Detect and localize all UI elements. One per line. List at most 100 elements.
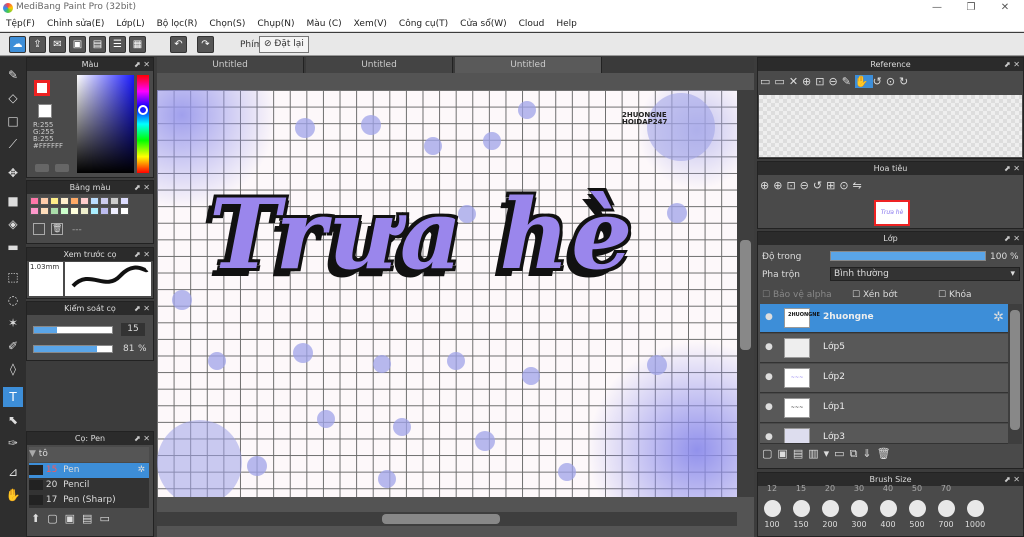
fill-rect-icon[interactable]: ■: [3, 191, 23, 211]
hand-icon[interactable]: ✋: [3, 485, 23, 505]
new-layer-1bit-icon[interactable]: ▤: [793, 447, 808, 460]
bucket-icon[interactable]: ◈: [3, 214, 23, 234]
merge-layer-icon[interactable]: ⇓: [862, 447, 876, 460]
nav-flip-icon[interactable]: ⇋: [853, 179, 866, 192]
layer-opacity-slider[interactable]: [830, 251, 986, 261]
secondary-color-swatch[interactable]: [38, 104, 52, 118]
layer-scrollbar[interactable]: [1008, 304, 1022, 444]
layer-item-lop3[interactable]: ● Lớp3: [760, 424, 1008, 444]
rotate-right-icon[interactable]: ↻: [899, 75, 912, 88]
layer-item-lop5[interactable]: ● Lớp5: [760, 334, 1008, 363]
delete-layer-icon[interactable]: 🗑: [877, 447, 896, 460]
add-layer-menu-icon[interactable]: ▾: [824, 447, 835, 460]
dropper-icon[interactable]: ✑: [3, 433, 23, 453]
eye-icon[interactable]: ●: [765, 432, 773, 442]
add-brush-icon[interactable]: ⬆: [31, 512, 40, 525]
brush-settings-icon[interactable]: ▤: [82, 512, 92, 525]
new-layer-icon[interactable]: ▢: [762, 447, 777, 460]
palette-swatch[interactable]: [100, 207, 109, 215]
brush-icon[interactable]: ✎: [3, 65, 23, 85]
layer-item-lop1[interactable]: ● ~~~ Lớp1: [760, 394, 1008, 423]
eye-icon[interactable]: ●: [765, 372, 773, 382]
lock-checkbox[interactable]: ☐ Khóa: [938, 290, 972, 300]
palette-swatch[interactable]: [90, 197, 99, 205]
brush-size-preset[interactable]: [880, 500, 897, 517]
new-layer-8bit-icon[interactable]: ▣: [777, 447, 792, 460]
panel-close-icon[interactable]: ⬈ ✕: [134, 58, 150, 71]
grid-icon[interactable]: ▦: [129, 36, 146, 53]
brush-size-preset[interactable]: [793, 500, 810, 517]
fit-icon[interactable]: ⊡: [815, 75, 828, 88]
undo-icon[interactable]: ↶: [170, 36, 187, 53]
palette-swatch[interactable]: [110, 197, 119, 205]
panel-close-icon[interactable]: ⬈ ✕: [134, 181, 150, 194]
menu-file[interactable]: Tệp(F): [0, 16, 41, 32]
panel-close-icon[interactable]: ⬈ ✕: [134, 302, 150, 315]
cloud-icon[interactable]: ☁: [9, 36, 26, 53]
menu-color[interactable]: Màu (C): [301, 16, 348, 32]
primary-color-swatch[interactable]: [34, 80, 50, 96]
layer-scroll-thumb[interactable]: [1010, 310, 1020, 430]
nav-reset-icon[interactable]: ⊙: [839, 179, 852, 192]
palette-swatch[interactable]: [30, 207, 39, 215]
blend-select[interactable]: Bình thường ▾: [830, 267, 1020, 281]
nav-zoom-in-icon[interactable]: ⊕: [773, 179, 786, 192]
palette-swatch[interactable]: [80, 197, 89, 205]
navigator-thumbnail[interactable]: Trưa hè: [874, 200, 910, 226]
opacity-slider[interactable]: [33, 345, 113, 353]
folder-icon[interactable]: ▭: [99, 512, 109, 525]
panel-close-icon[interactable]: ⬈ ✕: [134, 248, 150, 261]
nav-zoom-out-icon[interactable]: ⊖: [800, 179, 813, 192]
minimize-icon[interactable]: —: [920, 0, 954, 16]
nav-zoom-icon[interactable]: ⊕: [760, 179, 773, 192]
select-pen-icon[interactable]: ✐: [3, 336, 23, 356]
palette-swatch[interactable]: [40, 207, 49, 215]
halftone-layer-icon[interactable]: ▥: [808, 447, 823, 460]
new-swatch-icon[interactable]: [33, 223, 45, 235]
reference-view[interactable]: [759, 95, 1022, 157]
reset-button[interactable]: ⊘ Đặt lại: [259, 36, 309, 53]
zoom-out-icon[interactable]: ⊖: [828, 75, 841, 88]
folder-open-icon[interactable]: ▭: [760, 75, 774, 88]
document-icon[interactable]: ▤: [89, 36, 106, 53]
vertical-scrollbar[interactable]: [737, 90, 754, 497]
comment-icon[interactable]: ✉: [49, 36, 66, 53]
layer-item-lop2[interactable]: ● ~~~ Lớp2: [760, 364, 1008, 393]
horizontal-scrollbar[interactable]: [157, 512, 737, 526]
palette-swatch[interactable]: [60, 197, 69, 205]
tab-untitled-1[interactable]: Untitled: [157, 57, 304, 73]
brush-item-pen-sharp[interactable]: 17 Pen (Sharp): [29, 493, 149, 508]
eye-icon[interactable]: ●: [765, 312, 773, 322]
size-slider[interactable]: [33, 326, 113, 334]
palette-swatch[interactable]: [70, 197, 79, 205]
list-icon[interactable]: ☰: [109, 36, 126, 53]
brush-item-pencil[interactable]: 20 Pencil: [29, 478, 149, 493]
select-eraser-icon[interactable]: ◊: [3, 359, 23, 379]
brush-size-preset[interactable]: [764, 500, 781, 517]
clip-checkbox[interactable]: ☐ Xén bớt: [852, 290, 898, 300]
horizontal-scroll-thumb[interactable]: [382, 514, 500, 524]
eyedropper-icon[interactable]: ⊿: [3, 462, 23, 482]
palette-swatch[interactable]: [70, 207, 79, 215]
eye-icon[interactable]: ●: [765, 342, 773, 352]
palette-swatch[interactable]: [90, 207, 99, 215]
tab-untitled-2[interactable]: Untitled: [306, 57, 453, 73]
vertical-scroll-thumb[interactable]: [740, 240, 751, 350]
operation-icon[interactable]: ⬉: [3, 410, 23, 430]
wand-icon[interactable]: ✶: [3, 313, 23, 333]
palette-swatch[interactable]: [120, 207, 129, 215]
brush-size-preset[interactable]: [909, 500, 926, 517]
protect-alpha-checkbox[interactable]: ☐ Bảo vệ alpha: [762, 290, 832, 300]
panel-close-icon[interactable]: ⬈ ✕: [1004, 473, 1020, 486]
menu-view[interactable]: Xem(V): [348, 16, 393, 32]
tab-untitled-3[interactable]: Untitled: [455, 57, 602, 73]
panel-close-icon[interactable]: ⬈ ✕: [1004, 232, 1020, 245]
pick-color-icon[interactable]: ✎: [842, 75, 855, 88]
panel-close-icon[interactable]: ⬈ ✕: [134, 432, 150, 445]
close-icon[interactable]: ✕: [988, 0, 1022, 16]
eraser-icon[interactable]: ◇: [3, 88, 23, 108]
color-swap-button[interactable]: [55, 164, 69, 172]
line-icon[interactable]: ⟋: [3, 134, 23, 154]
palette-swatch[interactable]: [50, 197, 59, 205]
menu-cloud[interactable]: Cloud: [513, 16, 551, 32]
